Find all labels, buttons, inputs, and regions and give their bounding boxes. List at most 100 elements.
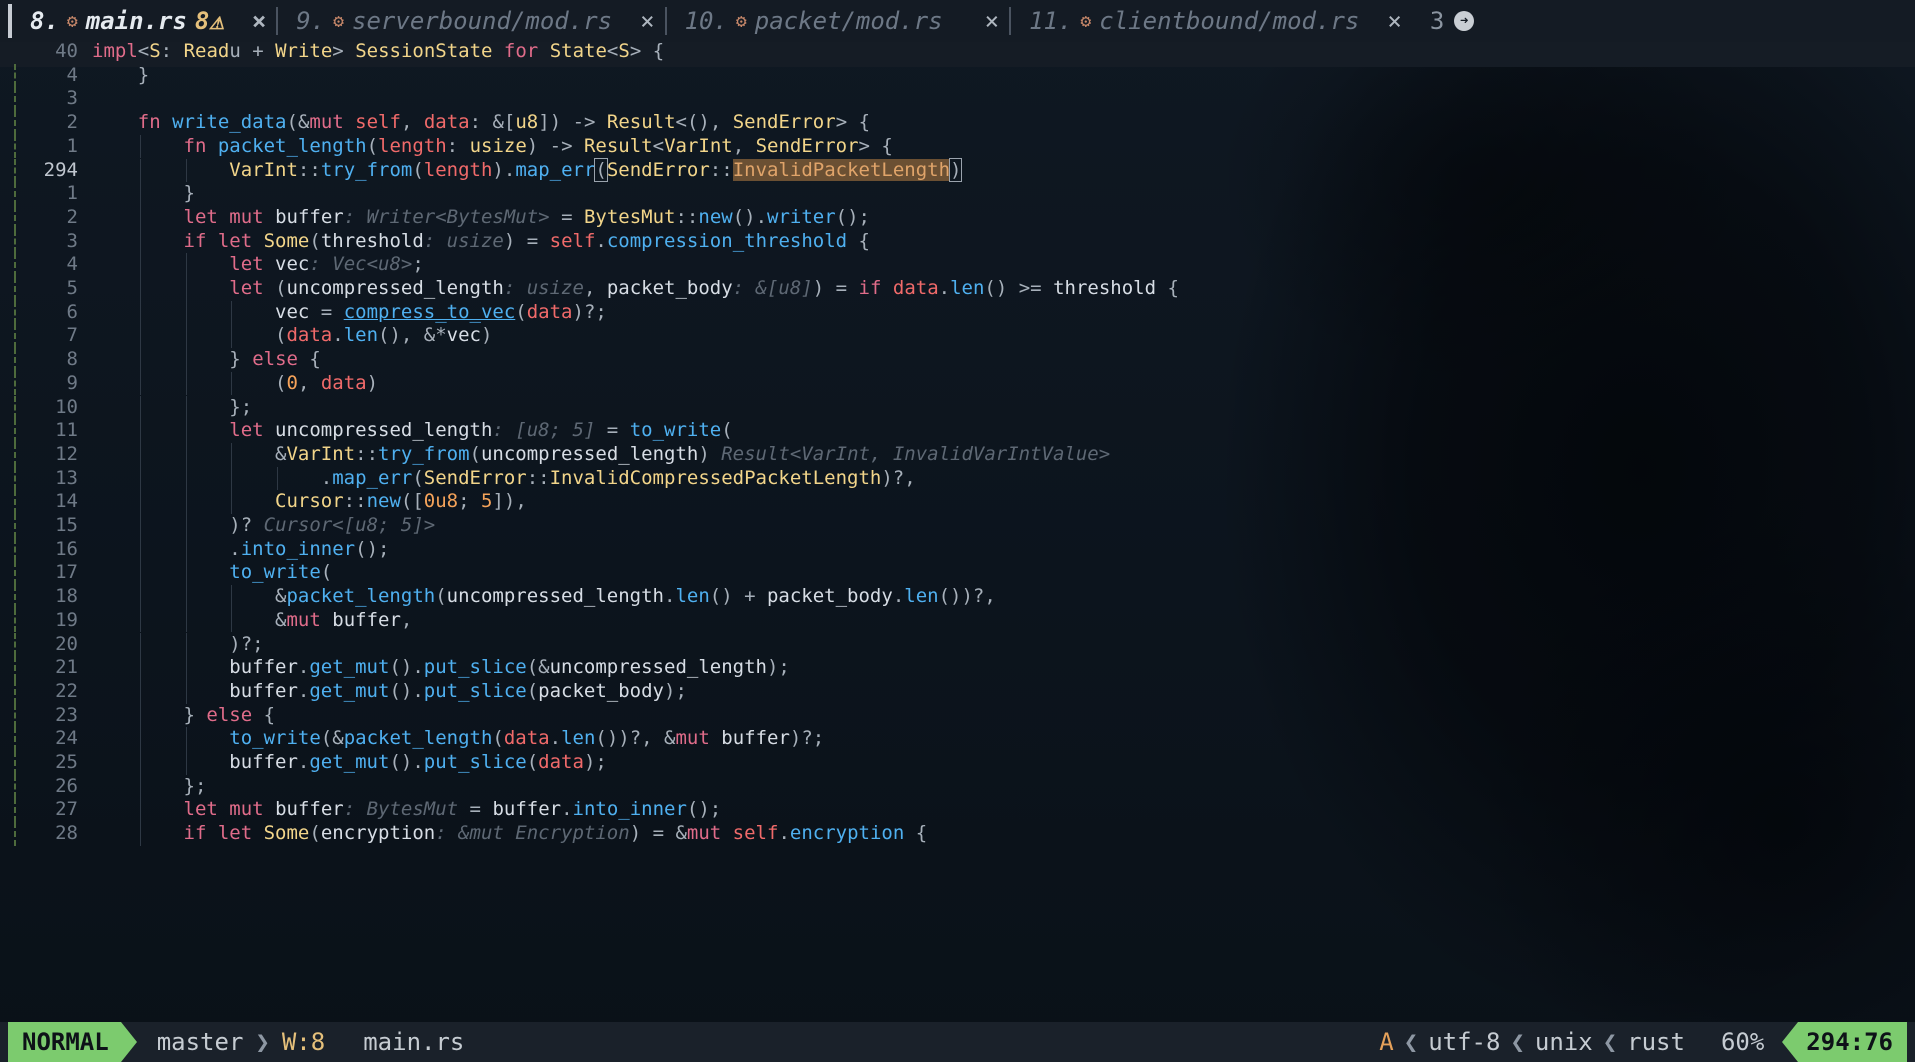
chevron-left-icon: ❮	[1602, 1028, 1618, 1056]
code-text[interactable]: )?;	[92, 633, 263, 657]
code-text[interactable]: let mut buffer: Writer<BytesMut> = Bytes…	[92, 206, 870, 230]
code-line[interactable]: 19 &mut buffer,	[0, 608, 1915, 633]
line-number: 2	[66, 205, 78, 228]
code-text[interactable]: to_write(&packet_length(data.len())?, &m…	[92, 727, 824, 751]
more-tabs-indicator[interactable]: 3 ➜	[1430, 7, 1475, 35]
statusline: NORMAL master ❯ W:8 main.rs A ❮ utf-8 ❮ …	[0, 1022, 1915, 1062]
code-line[interactable]: 3	[0, 87, 1915, 112]
code-text[interactable]: if let Some(threshold: usize) = self.com…	[92, 230, 870, 254]
code-text[interactable]: (0, data)	[92, 372, 378, 396]
code-text[interactable]: }	[92, 182, 195, 206]
code-text[interactable]: } else {	[92, 348, 321, 372]
code-text[interactable]: vec = compress_to_vec(data)?;	[92, 301, 607, 325]
line-number: 14	[55, 490, 78, 513]
code-text[interactable]: if let Some(encryption: &mut Encryption)…	[92, 822, 928, 846]
line-number: 22	[55, 679, 78, 702]
code-text[interactable]: to_write(	[92, 561, 332, 585]
code-text[interactable]: .map_err(SendError::InvalidCompressedPac…	[92, 467, 916, 491]
code-line[interactable]: 14 Cursor::new([0u8; 5]),	[0, 490, 1915, 514]
line-number: 6	[66, 300, 78, 323]
code-line[interactable]: 9 (0, data)	[0, 371, 1915, 396]
code-line[interactable]: 11 let uncompressed_length: [u8; 5] = to…	[0, 419, 1915, 443]
code-line[interactable]: 28 if let Some(encryption: &mut Encrypti…	[0, 822, 1915, 846]
status-flag: A	[1379, 1028, 1394, 1056]
chevron-left-icon: ❮	[1510, 1028, 1525, 1056]
line-number: 40	[55, 40, 78, 62]
tab-close-button[interactable]: ×	[252, 7, 266, 35]
chevron-left-icon: ❮	[1403, 1028, 1419, 1056]
code-text[interactable]: VarInt::try_from(length).map_err(SendErr…	[92, 157, 963, 183]
code-text[interactable]: let (uncompressed_length: usize, packet_…	[92, 277, 1179, 301]
tab-main-rs[interactable]: 8. ⚙ main.rs 8⚠ ×	[12, 0, 276, 42]
code-line[interactable]: 26 };	[0, 774, 1915, 799]
code-text[interactable]: &packet_length(uncompressed_length.len()…	[92, 585, 996, 609]
tab-number: 9.	[296, 7, 326, 35]
code-text[interactable]: } else {	[92, 704, 276, 728]
tab-label: main.rs	[85, 7, 187, 35]
code-line[interactable]: 1 fn packet_length(length: usize) -> Res…	[0, 134, 1915, 159]
mode-indicator: NORMAL	[8, 1022, 121, 1062]
code-line[interactable]: 27 let mut buffer: BytesMut = buffer.int…	[0, 798, 1915, 823]
tab-number: 10.	[684, 7, 728, 35]
code-line[interactable]: 2 fn write_data(&mut self, data: &[u8]) …	[0, 111, 1915, 135]
code-line[interactable]: 1 }	[0, 182, 1915, 206]
code-text[interactable]: &mut buffer,	[92, 609, 412, 633]
code-text[interactable]: let vec: Vec<u8>;	[92, 253, 424, 277]
code-text[interactable]: fn write_data(&mut self, data: &[u8]) ->…	[92, 111, 870, 135]
code-line[interactable]: 23 } else {	[0, 703, 1915, 728]
code-line[interactable]: 4 }	[0, 63, 1915, 88]
code-line[interactable]: 10 };	[0, 395, 1915, 420]
code-line[interactable]: 20 )?;	[0, 632, 1915, 657]
scroll-percent: 60%	[1720, 1028, 1765, 1056]
code-text[interactable]: fn packet_length(length: usize) -> Resul…	[92, 135, 893, 159]
code-line[interactable]: 22 buffer.get_mut().put_slice(packet_bod…	[0, 679, 1915, 704]
line-number: 1	[66, 182, 78, 205]
code-text[interactable]: .into_inner();	[92, 538, 389, 562]
code-line[interactable]: 17 to_write(	[0, 561, 1915, 586]
code-line[interactable]: 3 if let Some(threshold: usize) = self.c…	[0, 229, 1915, 254]
code-line[interactable]: 18 &packet_length(uncompressed_length.le…	[0, 585, 1915, 609]
code-text[interactable]: buffer.get_mut().put_slice(packet_body);	[92, 680, 687, 704]
code-text[interactable]: (data.len(), &*vec)	[92, 324, 492, 348]
code-line[interactable]: 15 )? Cursor<[u8; 5]>	[0, 514, 1915, 538]
code-line[interactable]: 5 let (uncompressed_length: usize, packe…	[0, 277, 1915, 301]
code-line[interactable]: 7 (data.len(), &*vec)	[0, 324, 1915, 349]
code-line[interactable]: 16 .into_inner();	[0, 537, 1915, 562]
tab-close-button[interactable]: ×	[1387, 7, 1401, 35]
code-line[interactable]: 24 to_write(&packet_length(data.len())?,…	[0, 727, 1915, 751]
rust-file-icon: ⚙	[1080, 10, 1092, 32]
line-number: 12	[55, 442, 78, 465]
code-line[interactable]: 25 buffer.get_mut().put_slice(data);	[0, 751, 1915, 775]
code-line[interactable]: 8 } else {	[0, 348, 1915, 372]
code-text[interactable]: Cursor::new([0u8; 5]),	[92, 490, 527, 514]
code-line[interactable]: 4 let vec: Vec<u8>;	[0, 253, 1915, 277]
tab-number: 8.	[30, 7, 59, 35]
code-line[interactable]: 294 VarInt::try_from(length).map_err(Sen…	[0, 157, 1915, 183]
line-number: 8	[66, 348, 78, 371]
code-line[interactable]: 13 .map_err(SendError::InvalidCompressed…	[0, 466, 1915, 491]
code-text[interactable]: };	[92, 775, 207, 799]
code-line[interactable]: 2 let mut buffer: Writer<BytesMut> = Byt…	[0, 205, 1915, 230]
code-line[interactable]: 6 vec = compress_to_vec(data)?;	[0, 300, 1915, 325]
cursor-position: 294:76	[1798, 1022, 1907, 1062]
code-text[interactable]: )? Cursor<[u8; 5]>	[92, 514, 435, 538]
tab-close-button[interactable]: ×	[985, 7, 999, 35]
code-text[interactable]: impl<S: Readu + Write> SessionState for …	[92, 40, 664, 64]
chevron-right-icon: ❯	[255, 1028, 270, 1056]
code-text[interactable]: }	[92, 64, 149, 88]
code-text[interactable]: let uncompressed_length: [u8; 5] = to_wr…	[92, 419, 732, 443]
tab-packet-mod-rs[interactable]: 10. ⚙ packet/mod.rs ×	[667, 0, 1010, 42]
code-text[interactable]: buffer.get_mut().put_slice(&uncompressed…	[92, 656, 790, 680]
code-text[interactable]: };	[92, 396, 252, 420]
code-text[interactable]: &VarInt::try_from(uncompressed_length) R…	[92, 443, 1110, 467]
sticky-context-line[interactable]: 40 impl<S: Readu + Write> SessionState fo…	[0, 40, 1915, 64]
code-line[interactable]: 21 buffer.get_mut().put_slice(&uncompres…	[0, 656, 1915, 680]
tab-serverbound-mod-rs[interactable]: 9. ⚙ serverbound/mod.rs ×	[278, 0, 664, 42]
code-text[interactable]: let mut buffer: BytesMut = buffer.into_i…	[92, 798, 722, 822]
line-number: 21	[55, 656, 78, 679]
tab-clientbound-mod-rs[interactable]: 11. ⚙ clientbound/mod.rs ×	[1011, 0, 1412, 42]
code-editor[interactable]: 40 impl<S: Readu + Write> SessionState fo…	[0, 40, 1915, 1022]
code-text[interactable]: buffer.get_mut().put_slice(data);	[92, 751, 607, 775]
tab-close-button[interactable]: ×	[640, 7, 654, 35]
code-line[interactable]: 12 &VarInt::try_from(uncompressed_length…	[0, 442, 1915, 467]
